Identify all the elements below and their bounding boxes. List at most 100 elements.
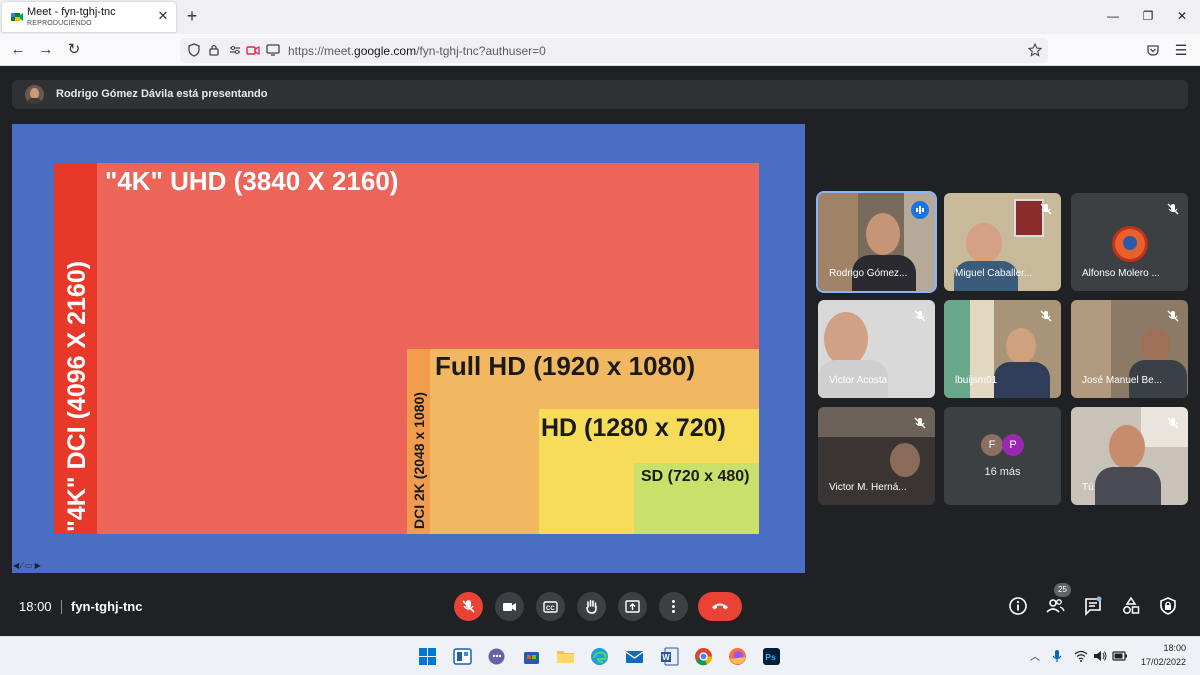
restore-icon[interactable]: ❐ (1140, 8, 1156, 24)
mic-off-icon (914, 417, 926, 429)
teams-chat-icon[interactable] (487, 647, 506, 666)
mic-off-icon (1167, 310, 1179, 322)
fullhd-label: Full HD (1920 x 1080) (435, 351, 695, 381)
screen-sharing-icon[interactable] (266, 43, 280, 57)
close-tab-icon[interactable]: ✕ (156, 9, 170, 23)
tray-expand-icon[interactable]: ︿ (1030, 648, 1040, 663)
meeting-controls-bar: 18:00 fyn-tghj-tnc CC 25 (0, 581, 1200, 636)
taskbar-date[interactable]: 17/02/2022 (1130, 657, 1186, 667)
browser-nav-bar: ← → ↻ https://meet.google.com/fyn-tghj-t… (0, 34, 1200, 66)
hand-icon (586, 599, 597, 614)
forward-icon[interactable]: → (37, 41, 55, 59)
windows-start-icon[interactable] (418, 647, 437, 666)
participant-tile-victor-hernandez[interactable]: Victor M. Herná... (818, 407, 935, 505)
photoshop-icon[interactable]: Ps (762, 647, 781, 666)
bookmark-star-icon[interactable] (1028, 43, 1042, 57)
more-options-button[interactable] (659, 592, 688, 621)
present-icon (625, 600, 640, 613)
participant-tile-miguel[interactable]: Miguel Caballer... (944, 193, 1061, 291)
reload-icon[interactable]: ↻ (65, 41, 83, 59)
activities-icon[interactable] (1121, 596, 1141, 616)
menu-icon[interactable]: ☰ (1172, 41, 1190, 59)
dci4k-label: "4K" DCI (4096 X 2160) (63, 261, 91, 532)
participant-name: Victor M. Herná... (829, 482, 907, 493)
mic-off-icon (1167, 203, 1179, 215)
captions-button[interactable]: CC (536, 592, 565, 621)
dci2k-label: DCI 2K (2048 x 1080) (411, 392, 427, 529)
captions-icon: CC (543, 601, 558, 613)
info-icon[interactable] (1008, 596, 1028, 616)
edge-icon[interactable] (590, 647, 609, 666)
meeting-clock: 18:00 (19, 599, 52, 614)
more-avatar-p: P (1002, 434, 1024, 456)
taskbar-time[interactable]: 18:00 (1142, 643, 1186, 653)
widgets-icon[interactable] (453, 647, 472, 666)
url-text[interactable]: https://meet.google.com/fyn-tghj-tnc?aut… (288, 44, 546, 58)
camera-sharing-icon[interactable] (246, 43, 260, 57)
close-window-icon[interactable]: ✕ (1174, 8, 1190, 24)
speaking-indicator-icon (911, 201, 929, 219)
participant-tile-alfonso[interactable]: Alfonso Molero ... (1071, 193, 1188, 291)
pocket-icon[interactable] (1146, 43, 1160, 57)
presenting-text: Rodrigo Gómez Dávila está presentando (56, 88, 268, 100)
present-screen-button[interactable] (618, 592, 647, 621)
url-bar[interactable]: https://meet.google.com/fyn-tghj-tnc?aut… (180, 38, 1048, 63)
participant-tile-victor-acosta[interactable]: Victor Acosta (818, 300, 935, 398)
more-avatar-f: F (981, 434, 1003, 456)
leave-call-button[interactable] (698, 592, 742, 621)
file-explorer-icon[interactable] (556, 647, 575, 666)
camera-icon (503, 603, 516, 611)
camera-toggle-button[interactable] (495, 592, 524, 621)
meet-favicon-icon (11, 13, 23, 21)
mic-toggle-button[interactable] (454, 592, 483, 621)
participant-avatar (1112, 226, 1148, 262)
mic-off-icon (1040, 310, 1052, 322)
presenting-banner: Rodrigo Gómez Dávila está presentando (12, 80, 1188, 109)
minimize-icon[interactable]: — (1105, 8, 1121, 24)
mic-off-icon (1167, 417, 1179, 429)
more-participants-label: 16 más (984, 466, 1021, 478)
wifi-icon[interactable] (1074, 649, 1088, 663)
microphone-tray-icon[interactable] (1050, 649, 1064, 663)
people-icon[interactable] (1045, 596, 1065, 616)
chat-icon[interactable] (1083, 596, 1103, 616)
firefox-icon[interactable] (728, 647, 747, 666)
participant-name: Victor Acosta (829, 375, 888, 386)
permissions-icon[interactable] (228, 43, 242, 57)
presentation-stage[interactable]: "4K" UHD (3840 X 2160) "4K" DCI (4096 X … (12, 124, 805, 573)
host-controls-icon[interactable] (1158, 596, 1178, 616)
participant-name: Miguel Caballer... (955, 268, 1033, 279)
slide-nav-controls[interactable]: ◀ ⁄ ▭ ▶ (13, 561, 41, 570)
windows-taskbar: W Ps ︿ 18:00 17/02/2022 (0, 636, 1200, 675)
back-icon[interactable]: ← (9, 41, 27, 59)
volume-icon[interactable] (1093, 649, 1107, 663)
participant-count-badge: 25 (1054, 583, 1071, 597)
participant-tile-lbuijsm01[interactable]: lbuijsm01 (944, 300, 1061, 398)
hd-label: HD (1280 x 720) (541, 414, 726, 442)
browser-tab-meet[interactable]: Meet - fyn-tghj-tnc REPRODUCIENDO ✕ (2, 2, 176, 32)
new-tab-icon[interactable]: + (183, 7, 201, 25)
shield-icon[interactable] (187, 43, 201, 57)
store-icon[interactable] (522, 647, 541, 666)
participant-name: Rodrigo Gómez... (829, 268, 908, 279)
svg-text:Ps: Ps (765, 652, 776, 662)
meeting-code: fyn-tghj-tnc (71, 599, 143, 614)
mail-icon[interactable] (625, 647, 644, 666)
mic-off-icon (462, 600, 475, 613)
lock-icon[interactable] (207, 43, 221, 57)
participant-tile-self[interactable]: Tú (1071, 407, 1188, 505)
divider (61, 600, 62, 614)
participant-name: José Manuel Be... (1082, 375, 1163, 386)
participant-tile-rodrigo[interactable]: Rodrigo Gómez... (818, 193, 935, 291)
raise-hand-button[interactable] (577, 592, 606, 621)
word-icon[interactable]: W (660, 647, 679, 666)
resolution-slide: "4K" UHD (3840 X 2160) "4K" DCI (4096 X … (54, 163, 759, 534)
mic-off-icon (1040, 203, 1052, 215)
hang-up-icon (712, 603, 728, 610)
participant-name: lbuijsm01 (955, 375, 998, 386)
battery-icon[interactable] (1112, 649, 1128, 663)
chrome-icon[interactable] (694, 647, 713, 666)
participant-tile-jose-manuel[interactable]: José Manuel Be... (1071, 300, 1188, 398)
more-participants-tile[interactable]: F P 16 más (944, 407, 1061, 505)
uhd-label: "4K" UHD (3840 X 2160) (105, 166, 398, 196)
